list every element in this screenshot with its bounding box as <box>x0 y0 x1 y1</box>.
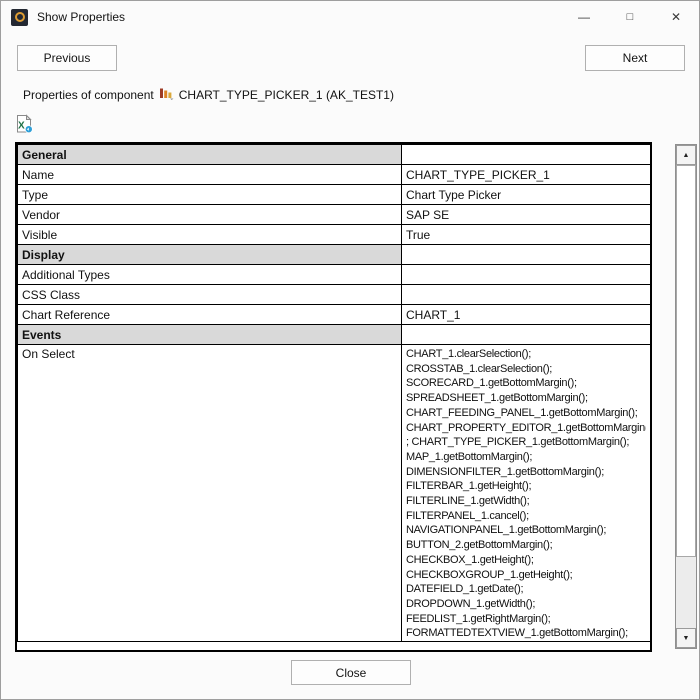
component-scope-text: (AK_TEST1) <box>326 88 394 102</box>
code-line: DATEFIELD_1.getDate(); <box>406 582 646 597</box>
scroll-up-button[interactable]: ▲ <box>676 145 696 165</box>
component-name: CHART_TYPE_PICKER_1 <box>179 88 323 102</box>
code-line: FORMATTEDTEXTVIEW_1.getBottomMargin(); <box>406 626 646 641</box>
table-row: Events <box>18 325 651 345</box>
table-row: TypeChart Type Picker <box>18 185 651 205</box>
maximize-icon: □ <box>627 11 634 23</box>
section-header-cell: Display <box>18 245 402 265</box>
table-row: General <box>18 145 651 165</box>
section-header-value-cell <box>402 325 651 345</box>
code-line: FILTERPANEL_1.cancel(); <box>406 509 646 524</box>
export-to-excel-button[interactable]: X <box>14 114 34 134</box>
property-label-cell: Vendor <box>18 205 402 225</box>
property-label-cell: Chart Reference <box>18 305 402 325</box>
table-row: On SelectCHART_1.clearSelection();CROSST… <box>18 345 651 642</box>
code-line: DIMENSIONFILTER_1.getBottomMargin(); <box>406 465 646 480</box>
table-row: NameCHART_TYPE_PICKER_1 <box>18 165 651 185</box>
code-line: CHART_PROPERTY_EDITOR_1.getBottomMargin(… <box>406 421 646 436</box>
maximize-button[interactable]: □ <box>607 1 653 33</box>
close-icon: ✕ <box>671 10 681 24</box>
table-row: VisibleTrue <box>18 225 651 245</box>
chart-type-picker-icon <box>159 87 174 103</box>
property-label-cell: On Select <box>18 345 402 642</box>
property-value-cell <box>402 285 651 305</box>
property-value-cell: SAP SE <box>402 205 651 225</box>
scrollbar-thumb[interactable] <box>676 165 696 557</box>
section-header-cell: Events <box>18 325 402 345</box>
properties-panel: GeneralNameCHART_TYPE_PICKER_1TypeChart … <box>15 142 652 652</box>
property-value-cell: CHART_1 <box>402 305 651 325</box>
properties-table: GeneralNameCHART_TYPE_PICKER_1TypeChart … <box>17 144 651 642</box>
window-controls: — □ ✕ <box>561 1 699 33</box>
property-label-cell: Type <box>18 185 402 205</box>
previous-button[interactable]: Previous <box>17 45 117 71</box>
scroll-down-icon: ▼ <box>683 635 690 642</box>
property-code-cell: CHART_1.clearSelection();CROSSTAB_1.clea… <box>402 345 651 642</box>
svg-text:X: X <box>18 121 25 132</box>
app-logo-icon <box>11 9 28 26</box>
code-line: FILTERBAR_1.getHeight(); <box>406 479 646 494</box>
table-row: VendorSAP SE <box>18 205 651 225</box>
code-line: CROSSTAB_1.clearSelection(); <box>406 362 646 377</box>
section-header-value-cell <box>402 245 651 265</box>
code-line: FILTERLINE_1.getWidth(); <box>406 494 646 509</box>
property-value-cell: Chart Type Picker <box>402 185 651 205</box>
code-line: SPREADSHEET_1.getBottomMargin(); <box>406 391 646 406</box>
property-label-cell: Visible <box>18 225 402 245</box>
code-line: SCORECARD_1.getBottomMargin(); <box>406 376 646 391</box>
next-button[interactable]: Next <box>585 45 685 71</box>
component-header: Properties of component CHART_TYPE_PICKE… <box>23 87 394 103</box>
table-row: Display <box>18 245 651 265</box>
code-line: DROPDOWN_1.getWidth(); <box>406 597 646 612</box>
property-value-cell: True <box>402 225 651 245</box>
code-line: MAP_1.getBottomMargin(); <box>406 450 646 465</box>
table-row: Additional Types <box>18 265 651 285</box>
property-label-cell: Name <box>18 165 402 185</box>
property-value-cell <box>402 265 651 285</box>
section-header-value-cell <box>402 145 651 165</box>
property-value-cell: CHART_TYPE_PICKER_1 <box>402 165 651 185</box>
code-line: BUTTON_2.getBottomMargin(); <box>406 538 646 553</box>
scroll-up-icon: ▲ <box>683 152 690 159</box>
code-lines: CHART_1.clearSelection();CROSSTAB_1.clea… <box>406 347 646 641</box>
code-line: CHECKBOXGROUP_1.getHeight(); <box>406 568 646 583</box>
code-line: ; CHART_TYPE_PICKER_1.getBottomMargin(); <box>406 435 646 450</box>
title-bar: Show Properties — □ ✕ <box>1 1 699 33</box>
export-to-excel-icon: X <box>14 114 34 134</box>
property-label-cell: CSS Class <box>18 285 402 305</box>
table-row: Chart ReferenceCHART_1 <box>18 305 651 325</box>
code-line: CHART_FEEDING_PANEL_1.getBottomMargin(); <box>406 406 646 421</box>
component-header-prefix: Properties of component <box>23 88 154 102</box>
window-title: Show Properties <box>37 10 125 24</box>
scroll-down-button[interactable]: ▼ <box>676 628 696 648</box>
property-label-cell: Additional Types <box>18 265 402 285</box>
code-line: CHART_1.clearSelection(); <box>406 347 646 362</box>
minimize-button[interactable]: — <box>561 1 607 33</box>
section-header-cell: General <box>18 145 402 165</box>
table-row: CSS Class <box>18 285 651 305</box>
code-line: CHECKBOX_1.getHeight(); <box>406 553 646 568</box>
code-line: NAVIGATIONPANEL_1.getBottomMargin(); <box>406 523 646 538</box>
close-window-button[interactable]: ✕ <box>653 1 699 33</box>
vertical-scrollbar[interactable]: ▲ ▼ <box>675 144 697 649</box>
close-button[interactable]: Close <box>291 660 411 685</box>
minimize-icon: — <box>578 10 590 24</box>
code-line: FEEDLIST_1.getRightMargin(); <box>406 612 646 627</box>
